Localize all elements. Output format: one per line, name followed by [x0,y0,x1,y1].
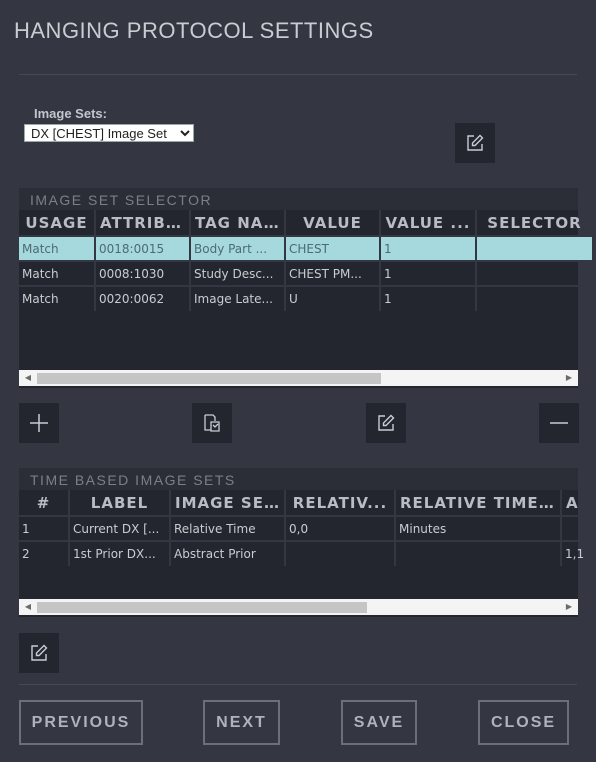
cell: 0020:0062 [95,285,191,311]
edit-time-set-button[interactable] [19,633,59,673]
close-button[interactable]: CLOSE [478,700,569,745]
cell: Relative Time [170,515,286,541]
scrollbar-thumb[interactable] [37,373,381,384]
cell: 1 [19,515,70,541]
scrollbar-thumb[interactable] [37,602,367,613]
cell [476,235,594,261]
table-row[interactable]: 2 1st Prior DX... Abstract Prior 1,1 [19,540,596,566]
column-header[interactable]: IMAGE SE... [170,490,286,516]
scroll-right-icon[interactable]: ▶ [562,370,576,386]
cell [561,515,596,541]
table-row[interactable]: Match 0008:1030 Study Desc... CHEST PM..… [19,260,594,286]
cell: 0,0 [285,515,396,541]
cell: 0018:0015 [95,235,191,261]
cell: Current DX [... [69,515,171,541]
minus-icon [550,422,568,424]
divider [19,74,577,75]
cell: 1st Prior DX... [69,540,171,566]
edit-image-set-button[interactable] [455,123,495,163]
table-row[interactable]: 1 Current DX [... Relative Time 0,0 Minu… [19,515,596,541]
cell [285,540,396,566]
column-header[interactable]: VALUE ... [380,210,477,236]
cell: Match [19,285,96,311]
save-button[interactable]: SAVE [341,700,417,745]
column-header[interactable]: RELATIVE TIME... [395,490,562,516]
cell [395,540,562,566]
panel-title: IMAGE SET SELECTOR [19,188,578,210]
divider [19,684,577,685]
column-header[interactable]: LABEL [69,490,171,516]
edit-selector-button[interactable] [366,403,406,443]
panel-title: TIME BASED IMAGE SETS [19,468,578,490]
copy-selector-button[interactable] [192,403,232,443]
edit-icon [467,134,484,151]
plus-icon [30,414,48,432]
cell: Match [19,235,96,261]
cell: CHEST PM... [285,260,381,286]
cell: 0008:1030 [95,260,191,286]
image-set-selector-panel: IMAGE SET SELECTOR USAGE ATTRIB... TAG N… [19,188,594,388]
table-row[interactable]: Match 0020:0062 Image Late... U 1 [19,285,594,311]
time-based-table: # LABEL IMAGE SE... RELATIV... RELATIVE … [19,490,596,566]
cell: Minutes [395,515,562,541]
column-header[interactable]: RELATIV... [285,490,396,516]
scroll-left-icon[interactable]: ◀ [21,370,35,386]
page-title: HANGING PROTOCOL SETTINGS [14,18,374,43]
cell: Body Part ... [190,235,286,261]
column-header[interactable]: A [561,490,596,516]
horizontal-scrollbar[interactable]: ◀ ▶ [19,599,578,615]
cell: 1 [380,285,477,311]
column-header[interactable]: USAGE [19,210,96,236]
cell: U [285,285,381,311]
image-sets-label: Image Sets: [34,106,107,121]
cell: Abstract Prior [170,540,286,566]
edit-icon [31,644,48,661]
previous-button[interactable]: PREVIOUS [19,700,143,745]
selector-table: USAGE ATTRIB... TAG NA... VALUE VALUE ..… [19,210,594,311]
cell: 1 [380,260,477,286]
time-based-image-sets-panel: TIME BASED IMAGE SETS # LABEL IMAGE SE..… [19,468,596,617]
cell: CHEST [285,235,381,261]
cell: Image Late... [190,285,286,311]
column-header[interactable]: ATTRIB... [95,210,191,236]
next-button[interactable]: NEXT [203,700,280,745]
cell: Match [19,260,96,286]
scroll-right-icon[interactable]: ▶ [562,599,576,615]
cell [476,260,594,286]
cell [476,285,594,311]
column-header[interactable]: TAG NA... [190,210,286,236]
table-row[interactable]: Match 0018:0015 Body Part ... CHEST 1 [19,235,594,261]
cell: 1 [380,235,477,261]
image-sets-select[interactable]: DX [CHEST] Image Set [24,124,194,142]
remove-selector-button[interactable] [539,403,579,443]
column-header[interactable]: SELECTOR [476,210,594,236]
scroll-left-icon[interactable]: ◀ [21,599,35,615]
cell: 2 [19,540,70,566]
cell: Study Desc... [190,260,286,286]
copy-icon [204,414,220,432]
cell: 1,1 [561,540,596,566]
horizontal-scrollbar[interactable]: ◀ ▶ [19,370,578,386]
edit-icon [378,414,395,431]
column-header[interactable]: # [19,490,70,516]
add-selector-button[interactable] [19,403,59,443]
column-header[interactable]: VALUE [285,210,381,236]
